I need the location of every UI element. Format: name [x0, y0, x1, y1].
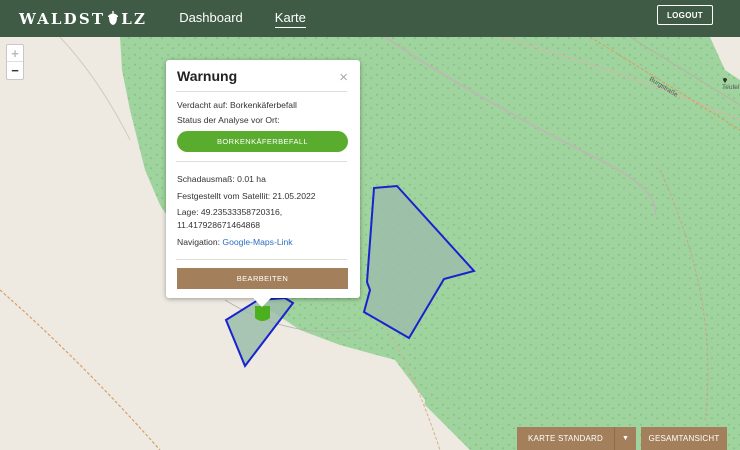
main-nav: Dashboard Karte — [179, 10, 338, 28]
logo-text-right: LZ — [121, 9, 148, 28]
status-badge[interactable]: BORKENKÄFERBEFALL — [177, 131, 348, 152]
location-text: Lage: 49.23533358720316, — [177, 207, 283, 217]
marker-icon — [255, 306, 270, 321]
place-label: Teufel — [722, 84, 740, 91]
overview-button[interactable]: GESAMTANSICHT — [641, 427, 727, 450]
warning-popup: Warnung × Verdacht auf: Borkenkäferbefal… — [166, 60, 360, 307]
zoom-out-button[interactable]: − — [7, 62, 23, 79]
logo-text-left: WALDST — [19, 9, 106, 28]
nav-karte[interactable]: Karte — [274, 10, 306, 28]
google-maps-link[interactable]: Google-Maps-Link — [222, 237, 292, 247]
waldstolz-logo[interactable]: WALDST LZ — [19, 10, 147, 28]
suspicion-text: Verdacht auf: Borkenkäferbefall — [177, 100, 297, 110]
location-text-2: 11.417928671464868 — [177, 220, 260, 230]
chevron-down-icon[interactable]: ▼ — [614, 427, 636, 450]
damage-text: Schadausmaß: 0.01 ha — [177, 174, 266, 184]
popup-title: Warnung — [177, 68, 238, 84]
popup-divider — [176, 259, 347, 260]
edit-button[interactable]: BEARBEITEN — [177, 268, 348, 289]
map-view[interactable]: Burgstraße Teufel + − — [0, 37, 740, 450]
status-label: Status der Analyse vor Ort: — [177, 115, 280, 125]
close-icon[interactable]: × — [339, 70, 348, 85]
map-style-button[interactable]: KARTE STANDARD — [517, 427, 614, 450]
logout-button[interactable]: LOGOUT — [656, 5, 713, 25]
map-canvas: Burgstraße Teufel — [0, 37, 740, 450]
detected-text: Festgestellt vom Satellit: 21.05.2022 — [177, 191, 316, 201]
acorn-icon — [108, 10, 119, 25]
navigation-row: Navigation: Google-Maps-Link — [177, 237, 293, 248]
popup-divider — [176, 91, 347, 92]
zoom-control: + − — [6, 44, 24, 80]
navigation-label: Navigation: — [177, 237, 223, 247]
zoom-in-button[interactable]: + — [7, 45, 23, 62]
nav-dashboard[interactable]: Dashboard — [179, 10, 243, 28]
top-navigation-bar: WALDST LZ Dashboard Karte LOGOUT — [0, 0, 740, 37]
popup-divider — [176, 161, 347, 162]
